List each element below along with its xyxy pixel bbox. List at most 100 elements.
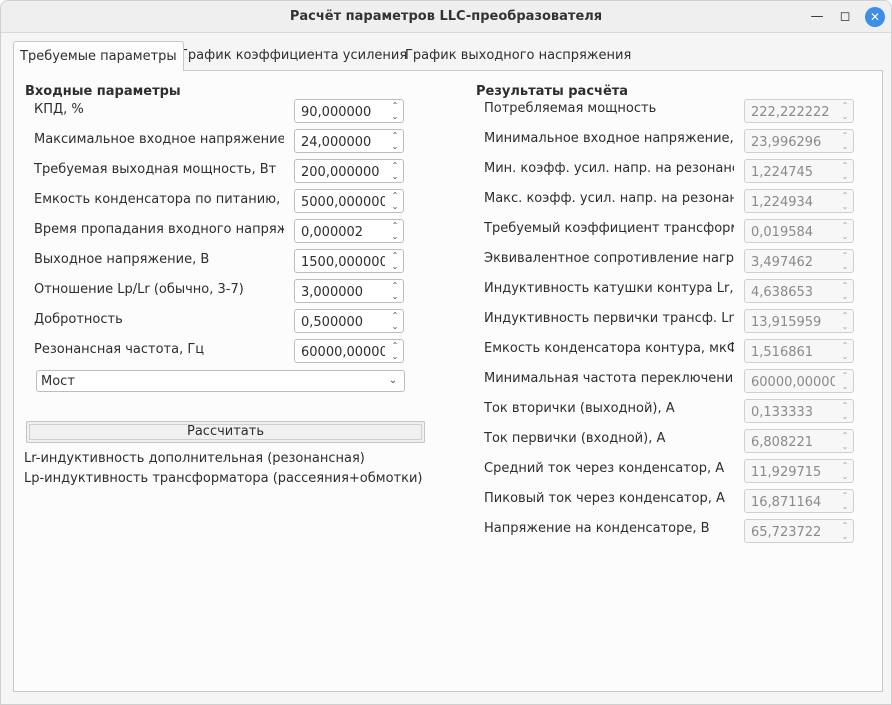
- max-input-voltage-spinbox[interactable]: ⌃⌄: [294, 129, 404, 153]
- result-label: Напряжение на конденсаторе, В: [484, 521, 710, 536]
- avg-capacitor-current-output: [745, 460, 835, 482]
- efficiency-input[interactable]: [295, 100, 385, 122]
- title-bar: Расчёт параметров LLC-преобразователя — …: [1, 1, 891, 33]
- topology-select[interactable]: Мост ⌄: [36, 370, 405, 392]
- chevron-down-icon[interactable]: ⌄: [387, 261, 403, 272]
- max-input-voltage-input[interactable]: [295, 130, 385, 152]
- tab-gain-chart[interactable]: График коэффициента усиления: [174, 41, 413, 70]
- secondary-current-output: [745, 400, 835, 422]
- chevron-up-icon: ⌃: [841, 191, 849, 200]
- chevron-down-icon[interactable]: ⌄: [387, 141, 403, 152]
- result-label: Макс. коэфф. усил. напр. на резонансе: [484, 191, 734, 206]
- chevron-up-icon[interactable]: ⌃: [387, 310, 403, 321]
- calculate-button[interactable]: Рассчитать: [26, 421, 425, 443]
- result-label: Эквивалентное сопротивление нагрузки: [484, 251, 734, 266]
- holdup-time-spinbox[interactable]: ⌃⌄: [294, 219, 404, 243]
- consumed-power-spinbox: ⌃⌄: [744, 99, 854, 123]
- lm-inductance-output: [745, 310, 835, 332]
- chevron-down-icon: ⌄: [841, 502, 849, 511]
- chevron-down-icon[interactable]: ⌄: [387, 201, 403, 212]
- input-label: Резонансная частота, Гц: [34, 342, 205, 357]
- input-label: Требуемая выходная мощность, Вт: [34, 162, 277, 177]
- resonant-capacitor-spinbox: ⌃⌄: [744, 339, 854, 363]
- resonant-capacitor-output: [745, 340, 835, 362]
- tab-required-params[interactable]: Требуемые параметры: [13, 41, 184, 71]
- consumed-power-output: [745, 100, 835, 122]
- supply-capacitor-spinbox[interactable]: ⌃⌄: [294, 189, 404, 213]
- note-lr: Lr-индуктивность дополнительная (резонан…: [24, 451, 365, 466]
- chevron-up-icon[interactable]: ⌃: [387, 280, 403, 291]
- resonant-frequency-spinbox[interactable]: ⌃⌄: [294, 339, 404, 363]
- output-power-input[interactable]: [295, 160, 385, 182]
- chevron-up-icon: ⌃: [841, 251, 849, 260]
- lp-lr-ratio-spinbox[interactable]: ⌃⌄: [294, 279, 404, 303]
- calculate-label: Рассчитать: [186, 424, 264, 439]
- chevron-up-icon: ⌃: [841, 131, 849, 140]
- result-label: Средний ток через конденсатор, А: [484, 461, 725, 476]
- supply-capacitor-input[interactable]: [295, 190, 385, 212]
- chevron-down-icon: ⌄: [841, 382, 849, 391]
- primary-current-output: [745, 430, 835, 452]
- result-label: Индуктивность катушки контура Lr, мкГн: [484, 281, 734, 296]
- chevron-down-icon[interactable]: ⌄: [387, 171, 403, 182]
- chevron-down-icon: ⌄: [841, 142, 849, 151]
- maximize-icon[interactable]: ◻: [835, 7, 855, 27]
- output-power-spinbox[interactable]: ⌃⌄: [294, 159, 404, 183]
- quality-factor-input[interactable]: [295, 310, 385, 332]
- result-label: Мин. коэфф. усил. напр. на резонансе f: [484, 161, 734, 176]
- chevron-down-icon[interactable]: ⌄: [387, 351, 403, 362]
- chevron-down-icon: ⌄: [841, 352, 849, 361]
- window-title: Расчёт параметров LLC-преобразователя: [289, 9, 603, 24]
- minimize-icon[interactable]: —: [807, 7, 827, 27]
- result-label: Минимальное входное напряжение, В: [484, 131, 734, 146]
- chevron-up-icon: ⌃: [841, 101, 849, 110]
- input-label: Отношение Lp/Lr (обычно, 3-7): [34, 282, 244, 297]
- holdup-time-input[interactable]: [295, 220, 385, 242]
- chevron-down-icon[interactable]: ⌄: [386, 372, 400, 390]
- chevron-down-icon[interactable]: ⌄: [387, 321, 403, 332]
- chevron-up-icon[interactable]: ⌃: [387, 220, 403, 231]
- result-label: Индуктивность первички трансф. Lm, мкГн: [484, 311, 734, 326]
- chevron-down-icon: ⌄: [841, 442, 849, 451]
- chevron-down-icon[interactable]: ⌄: [387, 291, 403, 302]
- note-lp: Lp-индуктивность трансформатора (рассеян…: [24, 471, 423, 486]
- resonant-frequency-input[interactable]: [295, 340, 385, 362]
- chevron-up-icon: ⌃: [841, 371, 849, 380]
- output-voltage-spinbox[interactable]: ⌃⌄: [294, 249, 404, 273]
- chevron-down-icon: ⌄: [841, 472, 849, 481]
- chevron-down-icon: ⌄: [841, 112, 849, 121]
- chevron-down-icon[interactable]: ⌄: [387, 111, 403, 122]
- peak-capacitor-current-spinbox: ⌃⌄: [744, 489, 854, 513]
- chevron-down-icon: ⌄: [841, 532, 849, 541]
- tab-output-voltage-chart[interactable]: График выходного наспряжения: [399, 41, 637, 70]
- chevron-down-icon: ⌄: [841, 232, 849, 241]
- chevron-up-icon[interactable]: ⌃: [387, 100, 403, 111]
- chevron-down-icon[interactable]: ⌄: [387, 231, 403, 242]
- quality-factor-spinbox[interactable]: ⌃⌄: [294, 309, 404, 333]
- efficiency-spinbox[interactable]: ⌃⌄: [294, 99, 404, 123]
- max-gain-spinbox: ⌃⌄: [744, 189, 854, 213]
- chevron-up-icon: ⌃: [841, 521, 849, 530]
- result-label: Минимальная частота переключения, Гц: [484, 371, 734, 386]
- capacitor-voltage-spinbox: ⌃⌄: [744, 519, 854, 543]
- chevron-up-icon[interactable]: ⌃: [387, 160, 403, 171]
- chevron-up-icon[interactable]: ⌃: [387, 190, 403, 201]
- chevron-up-icon[interactable]: ⌃: [387, 250, 403, 261]
- result-label: Потребляемая мощность: [484, 101, 657, 116]
- chevron-up-icon: ⌃: [841, 161, 849, 170]
- chevron-up-icon: ⌃: [841, 431, 849, 440]
- min-switching-frequency-spinbox: ⌃⌄: [744, 369, 854, 393]
- tab-panel: Входные параметры КПД, % ⌃⌄ Максимальное…: [13, 70, 883, 692]
- input-label: КПД, %: [34, 102, 84, 117]
- close-icon[interactable]: ✕: [865, 7, 885, 27]
- lr-inductance-output: [745, 280, 835, 302]
- primary-current-spinbox: ⌃⌄: [744, 429, 854, 453]
- lm-inductance-spinbox: ⌃⌄: [744, 309, 854, 333]
- chevron-down-icon: ⌄: [841, 202, 849, 211]
- chevron-up-icon[interactable]: ⌃: [387, 130, 403, 141]
- lp-lr-ratio-input[interactable]: [295, 280, 385, 302]
- chevron-up-icon: ⌃: [841, 401, 849, 410]
- peak-capacitor-current-output: [745, 490, 835, 512]
- chevron-up-icon[interactable]: ⌃: [387, 340, 403, 351]
- output-voltage-input[interactable]: [295, 250, 385, 272]
